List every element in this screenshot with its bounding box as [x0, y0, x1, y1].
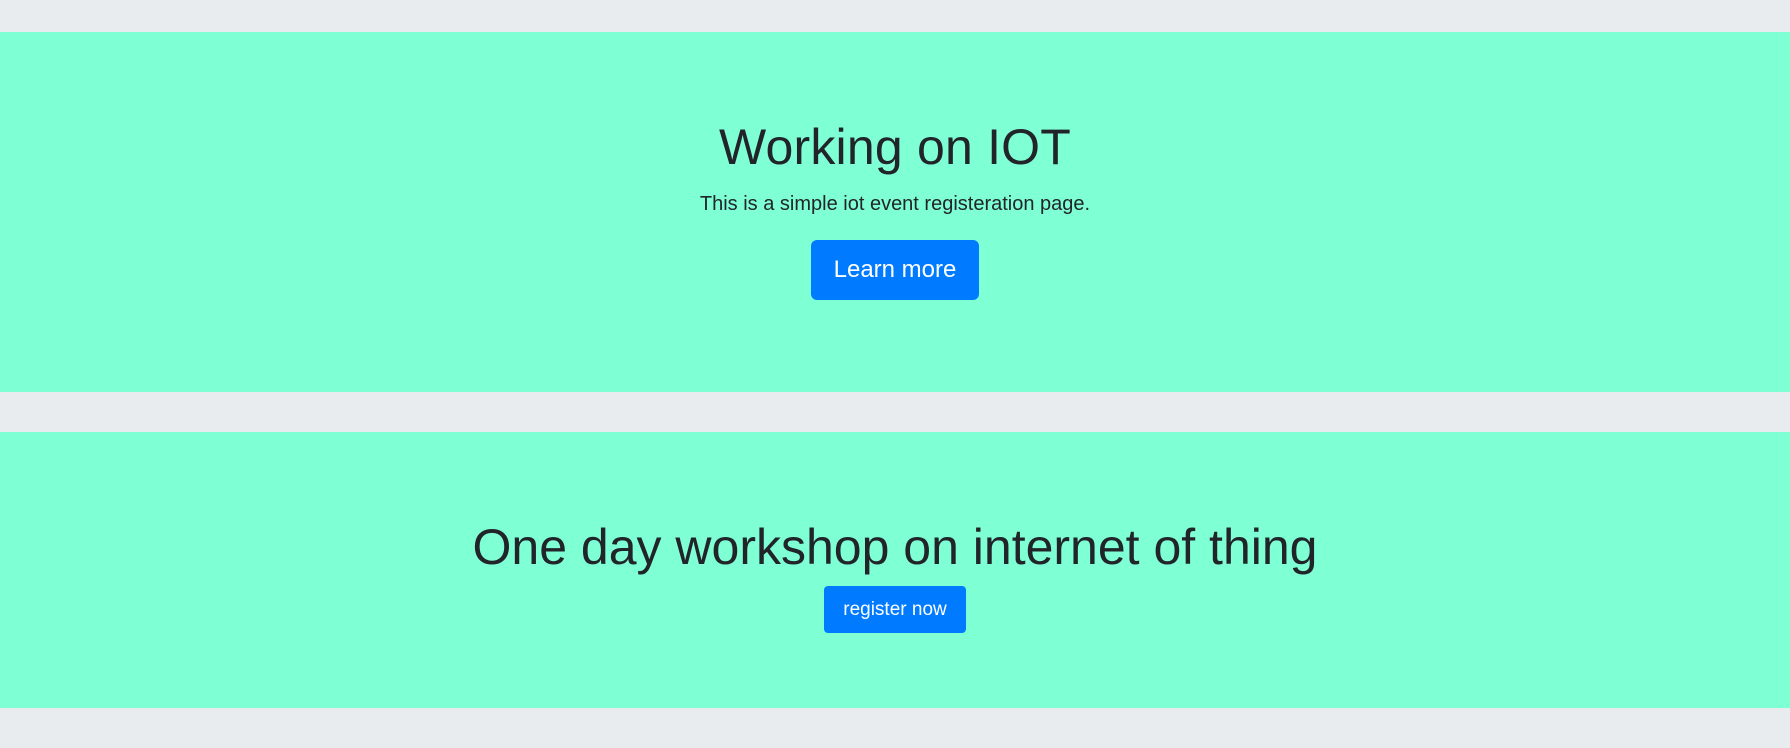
learn-more-button[interactable]: Learn more [811, 240, 979, 300]
page: Working on IOT This is a simple iot even… [0, 0, 1790, 748]
workshop-title: One day workshop on internet of thing [472, 519, 1318, 575]
intro-jumbotron: Working on IOT This is a simple iot even… [0, 32, 1790, 392]
intro-title: Working on IOT [719, 119, 1071, 175]
workshop-jumbotron: One day workshop on internet of thing re… [0, 432, 1790, 708]
register-now-button[interactable]: register now [824, 586, 966, 633]
intro-lead-text: This is a simple iot event registeration… [699, 193, 1091, 215]
